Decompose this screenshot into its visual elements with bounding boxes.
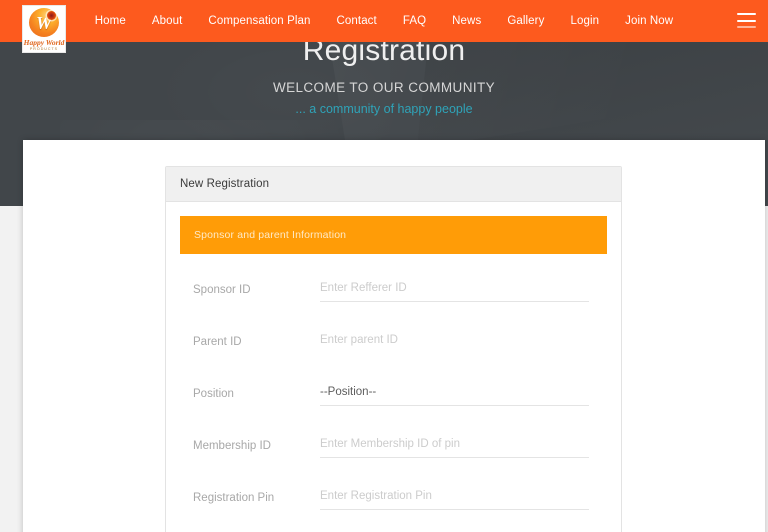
hamburger-icon[interactable] xyxy=(737,12,756,29)
site-logo[interactable]: W Happy World PRODUCTS xyxy=(22,5,66,53)
panel-header: New Registration xyxy=(166,167,621,202)
content-sheet: New Registration Sponsor and parent Info… xyxy=(23,140,765,532)
form-row-membership-id: Membership ID xyxy=(180,434,607,486)
membership-id-input[interactable] xyxy=(320,434,589,458)
control-parent-id xyxy=(320,330,607,354)
sponsor-id-input[interactable] xyxy=(320,278,589,302)
nav-item-faq[interactable]: FAQ xyxy=(390,0,439,42)
nav-links: Home About Compensation Plan Contact FAQ News… xyxy=(0,0,768,42)
parent-id-input[interactable] xyxy=(320,330,589,354)
logo-sphere-icon: W xyxy=(29,8,59,37)
control-registration-pin xyxy=(320,486,607,510)
label-membership-id: Membership ID xyxy=(193,440,271,452)
label-sponsor-id: Sponsor ID xyxy=(193,284,251,296)
form-row-parent-id: Parent ID xyxy=(180,330,607,382)
label-parent-id: Parent ID xyxy=(193,336,242,348)
hamburger-bar-1 xyxy=(737,13,756,15)
page-root: Registration WELCOME TO OUR COMMUNITY ..… xyxy=(0,0,768,532)
section-title: Sponsor and parent Information xyxy=(194,229,347,241)
hamburger-bar-2 xyxy=(737,19,756,22)
nav-item-compensation-plan[interactable]: Compensation Plan xyxy=(195,0,323,42)
nav-item-contact[interactable]: Contact xyxy=(324,0,390,42)
hamburger-bar-3 xyxy=(737,26,756,28)
panel-title: New Registration xyxy=(180,178,270,190)
logo-monogram: W xyxy=(35,13,52,33)
registration-form: Sponsor ID Parent ID Position --Position-- M… xyxy=(180,254,607,532)
control-position: --Position-- xyxy=(320,382,607,406)
label-position: Position xyxy=(193,388,234,400)
nav-item-login[interactable]: Login xyxy=(557,0,612,42)
form-row-position: Position --Position-- xyxy=(180,382,607,434)
form-row-registration-pin: Registration Pin xyxy=(180,486,607,532)
nav-item-news[interactable]: News xyxy=(439,0,494,42)
nav-item-join-now[interactable]: Join Now xyxy=(612,0,686,42)
section-header-sponsor: Sponsor and parent Information xyxy=(180,216,607,254)
nav-item-about[interactable]: About xyxy=(139,0,196,42)
registration-pin-input[interactable] xyxy=(320,486,589,510)
select-wrap-position: --Position-- xyxy=(320,382,589,406)
nav-item-gallery[interactable]: Gallery xyxy=(494,0,557,42)
control-membership-id xyxy=(320,434,607,458)
top-navbar: Home About Compensation Plan Contact FAQ News… xyxy=(0,0,768,42)
nav-item-home[interactable]: Home xyxy=(82,0,139,42)
new-registration-panel: New Registration Sponsor and parent Info… xyxy=(165,166,622,532)
label-registration-pin: Registration Pin xyxy=(193,492,275,504)
control-sponsor-id xyxy=(320,278,607,302)
panel-body: Sponsor and parent Information Sponsor I… xyxy=(166,202,621,532)
logo-brand-name: Happy World xyxy=(23,38,65,47)
position-select[interactable]: --Position-- xyxy=(320,382,589,406)
form-row-sponsor-id: Sponsor ID xyxy=(180,278,607,330)
logo-brand-subtitle: PRODUCTS xyxy=(29,47,59,51)
